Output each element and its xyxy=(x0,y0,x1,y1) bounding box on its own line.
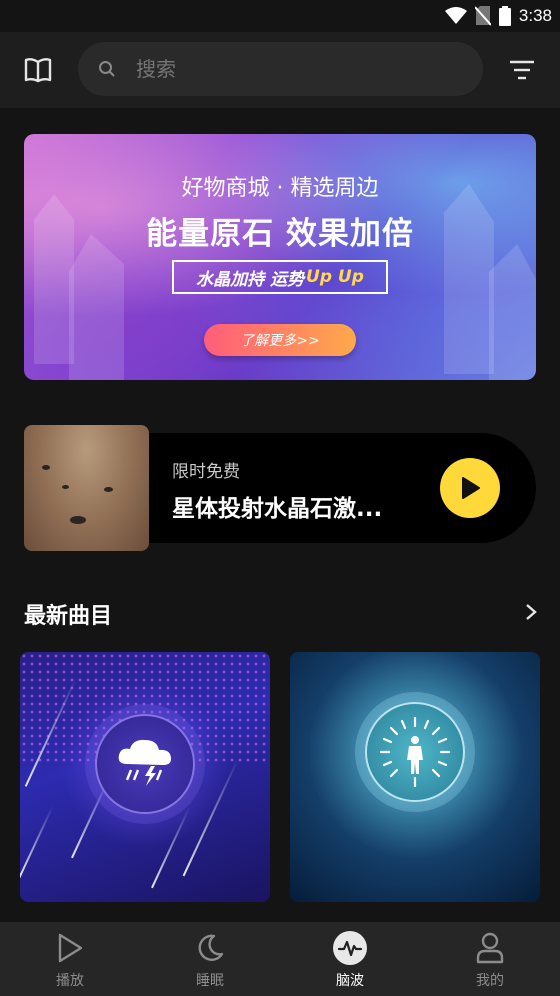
filter-icon xyxy=(510,60,534,80)
light-streak xyxy=(20,805,54,879)
chevron-right-icon xyxy=(526,604,537,620)
track-medallion xyxy=(95,714,195,814)
section-title: 最新曲目 xyxy=(24,604,113,629)
no-sim-icon xyxy=(474,6,491,26)
crystal-decoration xyxy=(69,234,124,380)
book-icon xyxy=(24,58,52,83)
play-outline-icon xyxy=(52,930,88,966)
more-button[interactable] xyxy=(520,600,542,624)
nav-item-profile[interactable]: 我的 xyxy=(420,922,560,996)
thunderstorm-icon xyxy=(118,739,171,786)
status-bar: 3:38 xyxy=(0,0,560,32)
nav-item-brainwave[interactable]: 脑波 xyxy=(280,922,420,996)
nav-label: 我的 xyxy=(476,973,504,989)
stone-decoration xyxy=(70,516,86,524)
stone-decoration xyxy=(104,487,113,492)
play-icon xyxy=(462,477,480,499)
learn-more-button[interactable]: 了解更多>> xyxy=(204,324,356,356)
user-icon xyxy=(472,930,508,966)
featured-label: 限时免费 xyxy=(172,462,240,482)
status-time: 3:38 xyxy=(518,6,552,25)
featured-thumbnail xyxy=(24,425,149,551)
nav-label: 脑波 xyxy=(336,973,364,989)
featured-track[interactable]: 限时免费 星体投射水晶石激... xyxy=(24,425,536,551)
wifi-icon xyxy=(444,7,467,24)
stone-decoration xyxy=(62,485,69,489)
status-icons: 3:38 xyxy=(444,4,552,28)
banner-tag-text: 水晶加持 运势 xyxy=(196,269,305,290)
banner-title: 能量原石 效果加倍 xyxy=(146,216,414,252)
nav-item-sleep[interactable]: 睡眠 xyxy=(140,922,280,996)
meditation-aura-icon xyxy=(379,716,451,788)
top-bar xyxy=(0,32,560,108)
nav-item-play[interactable]: 播放 xyxy=(0,922,140,996)
banner-tag-highlight: Up Up xyxy=(306,267,364,287)
nav-label: 播放 xyxy=(56,973,84,989)
moon-icon xyxy=(192,930,228,966)
play-button[interactable] xyxy=(440,458,500,518)
crystal-decoration xyxy=(489,244,536,380)
stone-decoration xyxy=(42,465,50,470)
search-bar[interactable] xyxy=(78,42,483,96)
track-card[interactable] xyxy=(20,652,270,902)
nav-label: 睡眠 xyxy=(196,973,224,989)
search-icon xyxy=(98,60,116,78)
banner-tag: 水晶加持 运势 Up Up xyxy=(172,260,388,294)
battery-icon xyxy=(498,6,511,26)
search-input[interactable] xyxy=(136,57,436,81)
library-button[interactable] xyxy=(18,52,58,88)
brainwave-icon xyxy=(332,930,368,966)
track-card[interactable] xyxy=(290,652,540,902)
filter-button[interactable] xyxy=(506,56,538,84)
light-streak xyxy=(151,805,191,889)
promo-banner[interactable]: 好物商城 · 精选周边 能量原石 效果加倍 水晶加持 运势 Up Up 了解更多… xyxy=(24,134,536,380)
featured-title: 星体投射水晶石激... xyxy=(172,496,383,522)
bottom-navigation: 播放 睡眠 脑波 我的 xyxy=(0,922,560,996)
banner-subtitle: 好物商城 · 精选周边 xyxy=(181,176,379,201)
track-medallion xyxy=(365,702,465,802)
